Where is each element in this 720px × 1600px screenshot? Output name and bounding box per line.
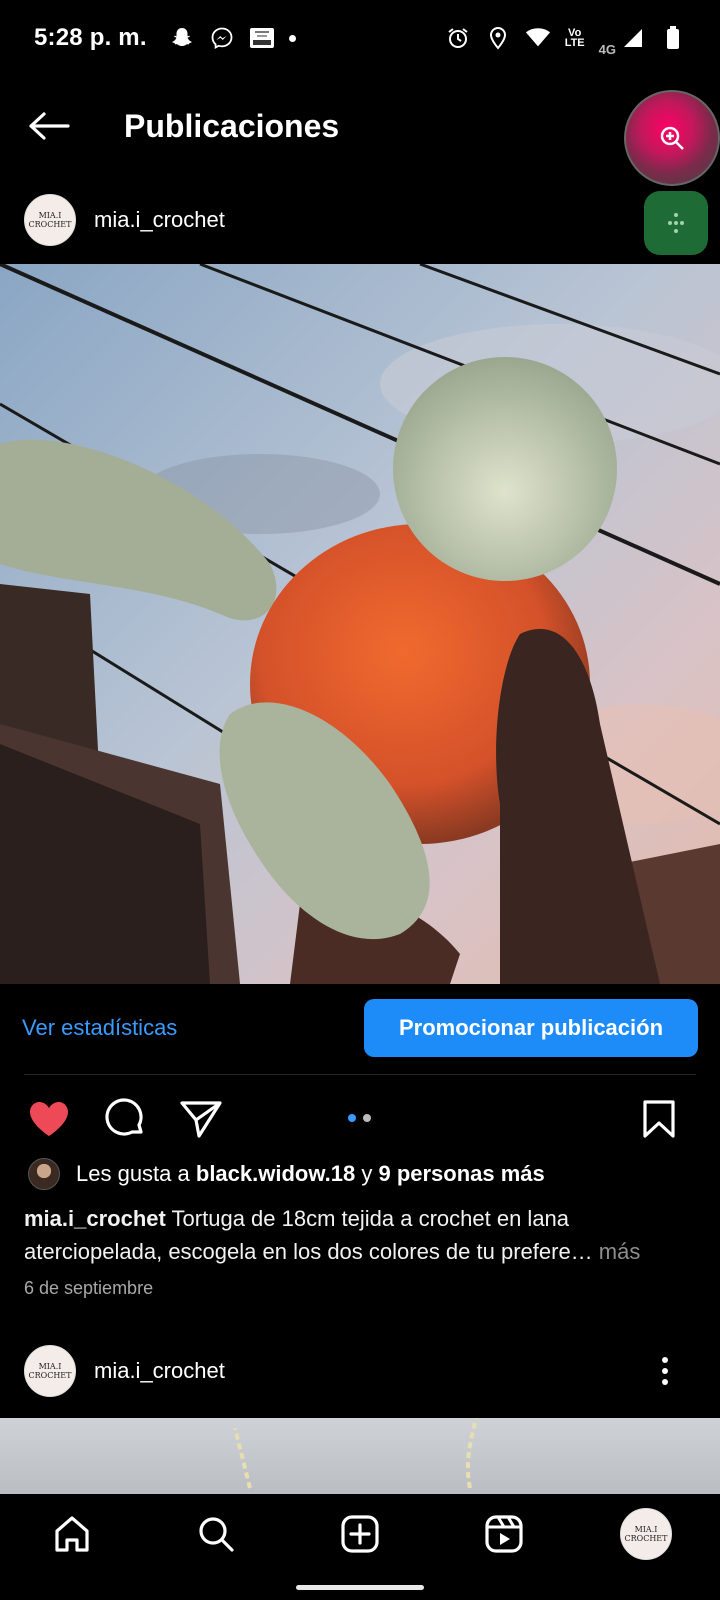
- avatar-text-1: MIA.I: [38, 1362, 62, 1371]
- nav-create[interactable]: [332, 1506, 388, 1562]
- likes-user[interactable]: black.widow.18: [196, 1161, 355, 1187]
- post-actions: [0, 1090, 720, 1150]
- status-right-icons: Vo LTE 4G: [445, 20, 686, 57]
- caption-username[interactable]: mia.i_crochet: [24, 1206, 166, 1231]
- turtle-crochet-photo: [0, 264, 720, 984]
- post2-username[interactable]: mia.i_crochet: [94, 1358, 225, 1384]
- alarm-icon: [445, 25, 471, 51]
- caption-more-link[interactable]: más: [593, 1239, 641, 1264]
- back-button[interactable]: [24, 101, 74, 151]
- divider: [24, 1074, 696, 1075]
- notification-dot: [288, 34, 296, 42]
- share-button[interactable]: [176, 1094, 226, 1144]
- avatar[interactable]: MIA.I CROCHET: [24, 194, 76, 246]
- avatar-text-1: MIA.I: [38, 211, 62, 220]
- volte-line2: LTE: [564, 37, 585, 49]
- likes-summary[interactable]: Les gusta a black.widow.18 y 9 personas …: [28, 1158, 545, 1190]
- profile-avatar: MIA.I CROCHET: [620, 1508, 672, 1560]
- zoom-in-icon: [660, 126, 684, 150]
- save-button[interactable]: [634, 1094, 684, 1144]
- network-type: 4G: [598, 41, 616, 57]
- reels-icon: [485, 1515, 523, 1553]
- post-header: MIA.I CROCHET mia.i_crochet: [0, 180, 720, 260]
- nav-home[interactable]: [44, 1506, 100, 1562]
- page-title: Publicaciones: [124, 107, 340, 144]
- carousel-dot-1: [348, 1114, 356, 1122]
- likes-prefix: Les gusta a: [76, 1161, 196, 1186]
- messenger-icon: [209, 25, 235, 51]
- nav-search[interactable]: [188, 1506, 244, 1562]
- post2-photo-preview: [233, 1418, 478, 1489]
- nav-profile[interactable]: MIA.I CROCHET: [618, 1506, 674, 1562]
- post2-photo[interactable]: [0, 1418, 720, 1496]
- create-icon: [341, 1515, 379, 1553]
- post-options-button[interactable]: [650, 1351, 680, 1391]
- app-notification-icon: [249, 25, 275, 51]
- home-indicator[interactable]: [296, 1585, 424, 1590]
- comment-icon: [105, 1098, 143, 1136]
- bottom-navigation: MIA.I CROCHET: [0, 1494, 720, 1574]
- post-username[interactable]: mia.i_crochet: [94, 207, 225, 233]
- avatar-text-2: CROCHET: [28, 1371, 72, 1380]
- battery-icon: [660, 25, 686, 51]
- avatar-text-2: CROCHET: [624, 1534, 668, 1543]
- search-icon: [199, 1517, 234, 1552]
- status-left-icons: [169, 25, 296, 51]
- carousel-dot-2: [363, 1114, 371, 1122]
- bookmark-icon: [643, 1100, 675, 1138]
- insights-row: Ver estadísticas Promocionar publicación: [0, 996, 720, 1060]
- view-insights-link[interactable]: Ver estadísticas: [22, 1015, 177, 1041]
- avatar-text-2: CROCHET: [28, 220, 72, 229]
- promote-button[interactable]: Promocionar publicación: [364, 999, 698, 1057]
- volte-icon: Vo LTE: [564, 28, 585, 49]
- status-bar: 5:28 p. m. Vo LTE 4G: [0, 0, 720, 76]
- wifi-icon: [525, 25, 551, 51]
- top-header: Publicaciones: [0, 76, 720, 176]
- arrow-left-icon: [29, 112, 70, 140]
- post2-header: MIA.I CROCHET mia.i_crochet: [0, 1336, 720, 1406]
- nav-reels[interactable]: [476, 1506, 532, 1562]
- like-button[interactable]: [24, 1094, 74, 1144]
- avatar[interactable]: MIA.I CROCHET: [24, 1345, 76, 1397]
- carousel-indicator: [348, 1114, 371, 1122]
- avatar-text-1: MIA.I: [634, 1525, 658, 1534]
- more-vertical-icon: [662, 1357, 668, 1385]
- likes-middle: y: [355, 1161, 379, 1186]
- liker-avatar: [28, 1158, 60, 1190]
- status-time: 5:28 p. m.: [34, 24, 147, 51]
- likes-others[interactable]: 9 personas más: [378, 1161, 544, 1187]
- location-icon: [485, 25, 511, 51]
- snapchat-icon: [169, 25, 195, 51]
- zoom-bubble[interactable]: [624, 90, 720, 186]
- post-date: 6 de septiembre: [24, 1278, 154, 1298]
- post-photo[interactable]: [0, 264, 720, 984]
- signal-icon: [620, 25, 646, 51]
- heart-filled-icon: [30, 1102, 68, 1136]
- post-caption: mia.i_crochet Tortuga de 18cm tejida a c…: [24, 1202, 704, 1268]
- home-icon: [55, 1516, 89, 1552]
- comment-button[interactable]: [100, 1094, 150, 1144]
- send-icon: [180, 1101, 222, 1138]
